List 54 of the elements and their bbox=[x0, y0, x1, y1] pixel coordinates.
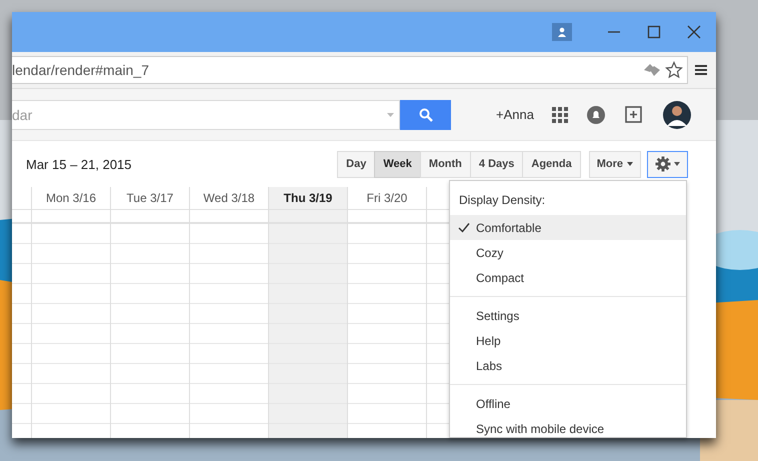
search-field[interactable]: dar bbox=[12, 100, 400, 130]
view-tab[interactable]: Month bbox=[420, 150, 471, 178]
menu-item[interactable]: Compact bbox=[450, 265, 686, 290]
search-icon bbox=[418, 108, 432, 122]
menu-item[interactable]: Comfortable bbox=[450, 215, 686, 240]
url-text: lendar/render#main_7 bbox=[12, 62, 150, 78]
menu-item[interactable]: Cozy bbox=[450, 240, 686, 265]
all-day-cell[interactable] bbox=[190, 209, 268, 224]
day-header[interactable]: Mon 3/16 bbox=[46, 191, 96, 205]
menu-item[interactable]: Settings bbox=[450, 303, 686, 328]
caret-icon bbox=[674, 162, 680, 166]
menu-header: Display Density: bbox=[458, 192, 546, 209]
view-tab[interactable]: Day bbox=[337, 150, 376, 178]
day-header[interactable]: Tue 3/17 bbox=[126, 191, 174, 205]
menu-item[interactable]: Offline bbox=[450, 391, 686, 416]
notification-icon[interactable] bbox=[586, 104, 606, 124]
search-button[interactable] bbox=[400, 100, 451, 130]
menu-item-label: Compact bbox=[476, 270, 524, 284]
all-day-cell[interactable] bbox=[111, 209, 189, 224]
gear-icon bbox=[655, 156, 671, 172]
apps-icon[interactable] bbox=[552, 106, 568, 122]
address-field[interactable]: lendar/render#main_7 bbox=[12, 56, 688, 84]
close-icon[interactable] bbox=[686, 24, 702, 40]
view-tab[interactable]: Agenda bbox=[522, 150, 581, 178]
all-day-cell[interactable] bbox=[12, 209, 31, 224]
view-tab[interactable]: Week bbox=[374, 150, 421, 178]
menu-icon[interactable] bbox=[694, 64, 708, 76]
all-day-cell[interactable] bbox=[32, 209, 110, 224]
menu-item[interactable]: Labs bbox=[450, 353, 686, 378]
date-range: Mar 15 – 21, 2015 bbox=[26, 156, 133, 172]
all-day-cell[interactable] bbox=[348, 209, 426, 224]
profile-icon[interactable] bbox=[552, 23, 572, 41]
day-header[interactable]: Fri 3/20 bbox=[366, 191, 408, 205]
settings-button[interactable] bbox=[647, 150, 688, 178]
menu-item-label: Labs bbox=[476, 358, 502, 372]
account-link[interactable]: +Anna bbox=[496, 107, 534, 122]
caret-icon bbox=[627, 162, 633, 166]
menu-item-label: Offline bbox=[476, 396, 510, 410]
menu-item-label: Cozy bbox=[476, 246, 504, 260]
menu-item-label: Comfortable bbox=[476, 220, 542, 234]
all-day-cell[interactable] bbox=[269, 209, 347, 224]
menu-item-label: Settings bbox=[476, 308, 520, 322]
day-header[interactable]: Thu 3/19 bbox=[284, 191, 332, 205]
menu-item[interactable]: Help bbox=[450, 328, 686, 353]
star-icon[interactable] bbox=[665, 61, 683, 79]
view-tab[interactable]: 4 Days bbox=[470, 150, 524, 178]
more-button[interactable]: More bbox=[588, 150, 641, 178]
menu-item[interactable]: Sync with mobile device bbox=[450, 416, 686, 441]
menu-item-label: Sync with mobile device bbox=[476, 422, 604, 436]
maximize-icon[interactable] bbox=[646, 24, 662, 40]
menu-item-label: Help bbox=[476, 334, 501, 348]
add-icon[interactable] bbox=[624, 104, 644, 124]
day-header[interactable]: Wed 3/18 bbox=[203, 191, 255, 205]
avatar-icon[interactable] bbox=[662, 100, 692, 130]
